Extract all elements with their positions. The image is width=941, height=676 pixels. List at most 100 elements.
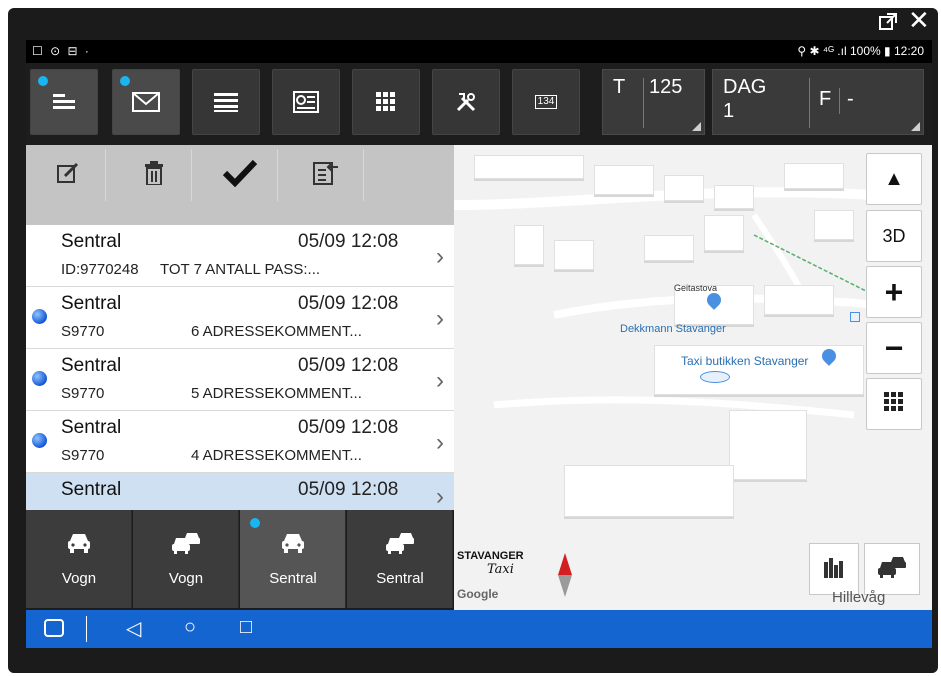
dropdown-corner-icon — [692, 122, 701, 131]
toolbar-mail-button[interactable] — [112, 69, 180, 135]
map-building — [644, 235, 694, 261]
poi-dekkmann[interactable]: Dekkmann Stavanger — [620, 323, 726, 335]
message-row[interactable]: Sentral 05/09 12:08 ID:9770248 TOT 7 ANT… — [26, 225, 454, 287]
message-text: 4 ADRESSEKOMMENT... — [191, 447, 362, 464]
mail-icon — [132, 92, 160, 112]
badge-dot — [120, 76, 130, 86]
toolbar-tools-button[interactable] — [432, 69, 500, 135]
popout-icon[interactable] — [878, 12, 898, 36]
message-action-bar — [26, 145, 454, 225]
message-sender: Sentral — [61, 417, 122, 438]
tab-vogn-single[interactable]: Vogn — [26, 510, 132, 608]
receipt-icon — [293, 91, 319, 113]
confirm-button[interactable] — [202, 149, 278, 201]
message-row[interactable]: Sentral 05/09 12:08 S9770 6 ADRESSEKOMME… — [26, 287, 454, 349]
nav-divider — [86, 616, 87, 642]
unread-dot — [32, 309, 47, 324]
navigation-arrow-icon: ▲ — [884, 167, 904, 190]
vehicles-button[interactable] — [864, 543, 920, 595]
minus-icon: − — [884, 329, 904, 366]
badge-dot — [38, 76, 48, 86]
poi-taxi-butikken[interactable]: Taxi butikken Stavanger — [681, 354, 808, 368]
dag-field[interactable]: DAG 1 F - — [712, 69, 924, 135]
edit-icon — [56, 161, 80, 190]
map-building — [554, 240, 594, 270]
car-icon — [240, 532, 346, 554]
message-row[interactable]: Sentral 05/09 12:08 S9770 4 ADRESSEKOMME… — [26, 411, 454, 473]
buildings-button[interactable] — [809, 543, 859, 595]
edit-button[interactable] — [30, 149, 106, 201]
meter-icon: 134 — [534, 95, 558, 109]
t-field-value: 125 — [649, 76, 683, 98]
message-time: 05/09 12:08 — [298, 231, 399, 252]
back-button[interactable]: ◁ — [126, 616, 141, 641]
toolbar-list-button[interactable] — [192, 69, 260, 135]
close-icon[interactable]: ✕ — [908, 7, 930, 33]
map-grid-button[interactable] — [866, 378, 922, 430]
top-toolbar: 134 T 125 DAG 1 F - — [26, 63, 932, 145]
t-field[interactable]: T 125 — [602, 69, 705, 135]
chevron-right-icon: › — [436, 305, 444, 332]
map-building — [814, 210, 854, 240]
compass-button[interactable]: ▲ — [866, 153, 922, 205]
message-row[interactable]: Sentral 05/09 12:08 S9770 5 ADRESSEKOMME… — [26, 349, 454, 411]
chevron-right-icon: › — [436, 483, 444, 510]
message-id: S9770 — [61, 323, 105, 340]
cars-icon — [133, 532, 239, 554]
f-divider — [839, 88, 840, 114]
tab-label: Vogn — [168, 570, 204, 587]
toolbar-grid-button[interactable] — [352, 69, 420, 135]
delete-button[interactable] — [116, 149, 192, 201]
tab-label: Sentral — [269, 570, 317, 587]
vehicle-position-marker — [700, 371, 730, 383]
tab-vogn-multi[interactable]: Vogn — [133, 510, 239, 608]
toolbar-receipt-button[interactable] — [272, 69, 340, 135]
message-id: ID:9770248 — [61, 261, 139, 278]
message-row-selected[interactable]: Sentral 05/09 12:08 › — [26, 473, 454, 511]
toolbar-menu-button[interactable] — [30, 69, 98, 135]
zoom-out-button[interactable]: − — [866, 322, 922, 374]
car-icon — [26, 532, 132, 554]
tab-label: Sentral — [376, 570, 424, 587]
badge-dot — [250, 518, 260, 528]
map-building — [664, 175, 704, 201]
cars-icon — [877, 556, 907, 583]
dag-divider — [809, 78, 810, 128]
zoom-in-button[interactable]: + — [866, 266, 922, 318]
teamviewer-icon[interactable] — [44, 619, 64, 637]
message-time: 05/09 12:08 — [298, 417, 399, 438]
signal-icon: ⚲ ✱ ⁴ᴳ .ıl — [797, 44, 850, 58]
message-id: S9770 — [61, 385, 105, 402]
logo-line2: Taxi — [487, 562, 514, 577]
f-value: - — [847, 88, 854, 110]
message-id: S9770 — [61, 447, 105, 464]
delete-icon — [144, 160, 164, 190]
tab-sentral-multi[interactable]: Sentral — [347, 510, 453, 608]
stavanger-taxi-logo: STAVANGER Taxi — [457, 550, 524, 576]
toolbar-meter-button[interactable]: 134 — [512, 69, 580, 135]
chevron-right-icon: › — [436, 243, 444, 270]
recents-button[interactable]: □ — [240, 616, 252, 639]
map-building — [729, 410, 807, 480]
dag-value: 1 — [723, 100, 735, 122]
clock: 12:20 — [893, 44, 924, 58]
map-view[interactable]: Geitastova Dekkmann Stavanger Taxi butik… — [454, 145, 932, 610]
status-bar: ☐ ⊙ ⊟ · ⚲ ✱ ⁴ᴳ .ıl 100% ▮ 12:20 — [26, 40, 932, 63]
map-building — [704, 215, 744, 251]
message-text: 5 ADRESSEKOMMENT... — [191, 385, 362, 402]
message-time: 05/09 12:08 — [298, 293, 399, 314]
message-time: 05/09 12:08 — [298, 355, 399, 376]
export-button[interactable] — [288, 149, 364, 201]
map-building — [784, 163, 844, 189]
3d-button[interactable]: 3D — [866, 210, 922, 262]
t-field-label: T — [613, 76, 626, 98]
plus-icon: + — [884, 273, 904, 310]
message-sender: Sentral — [61, 293, 122, 314]
chevron-right-icon: › — [436, 367, 444, 394]
dag-label: DAG — [723, 76, 767, 98]
home-button[interactable]: ○ — [184, 616, 196, 639]
message-time: 05/09 12:08 — [298, 479, 399, 500]
android-nav-bar: ◁ ○ □ — [26, 610, 932, 648]
tab-sentral-single[interactable]: Sentral — [240, 510, 346, 608]
map-building — [514, 225, 544, 265]
